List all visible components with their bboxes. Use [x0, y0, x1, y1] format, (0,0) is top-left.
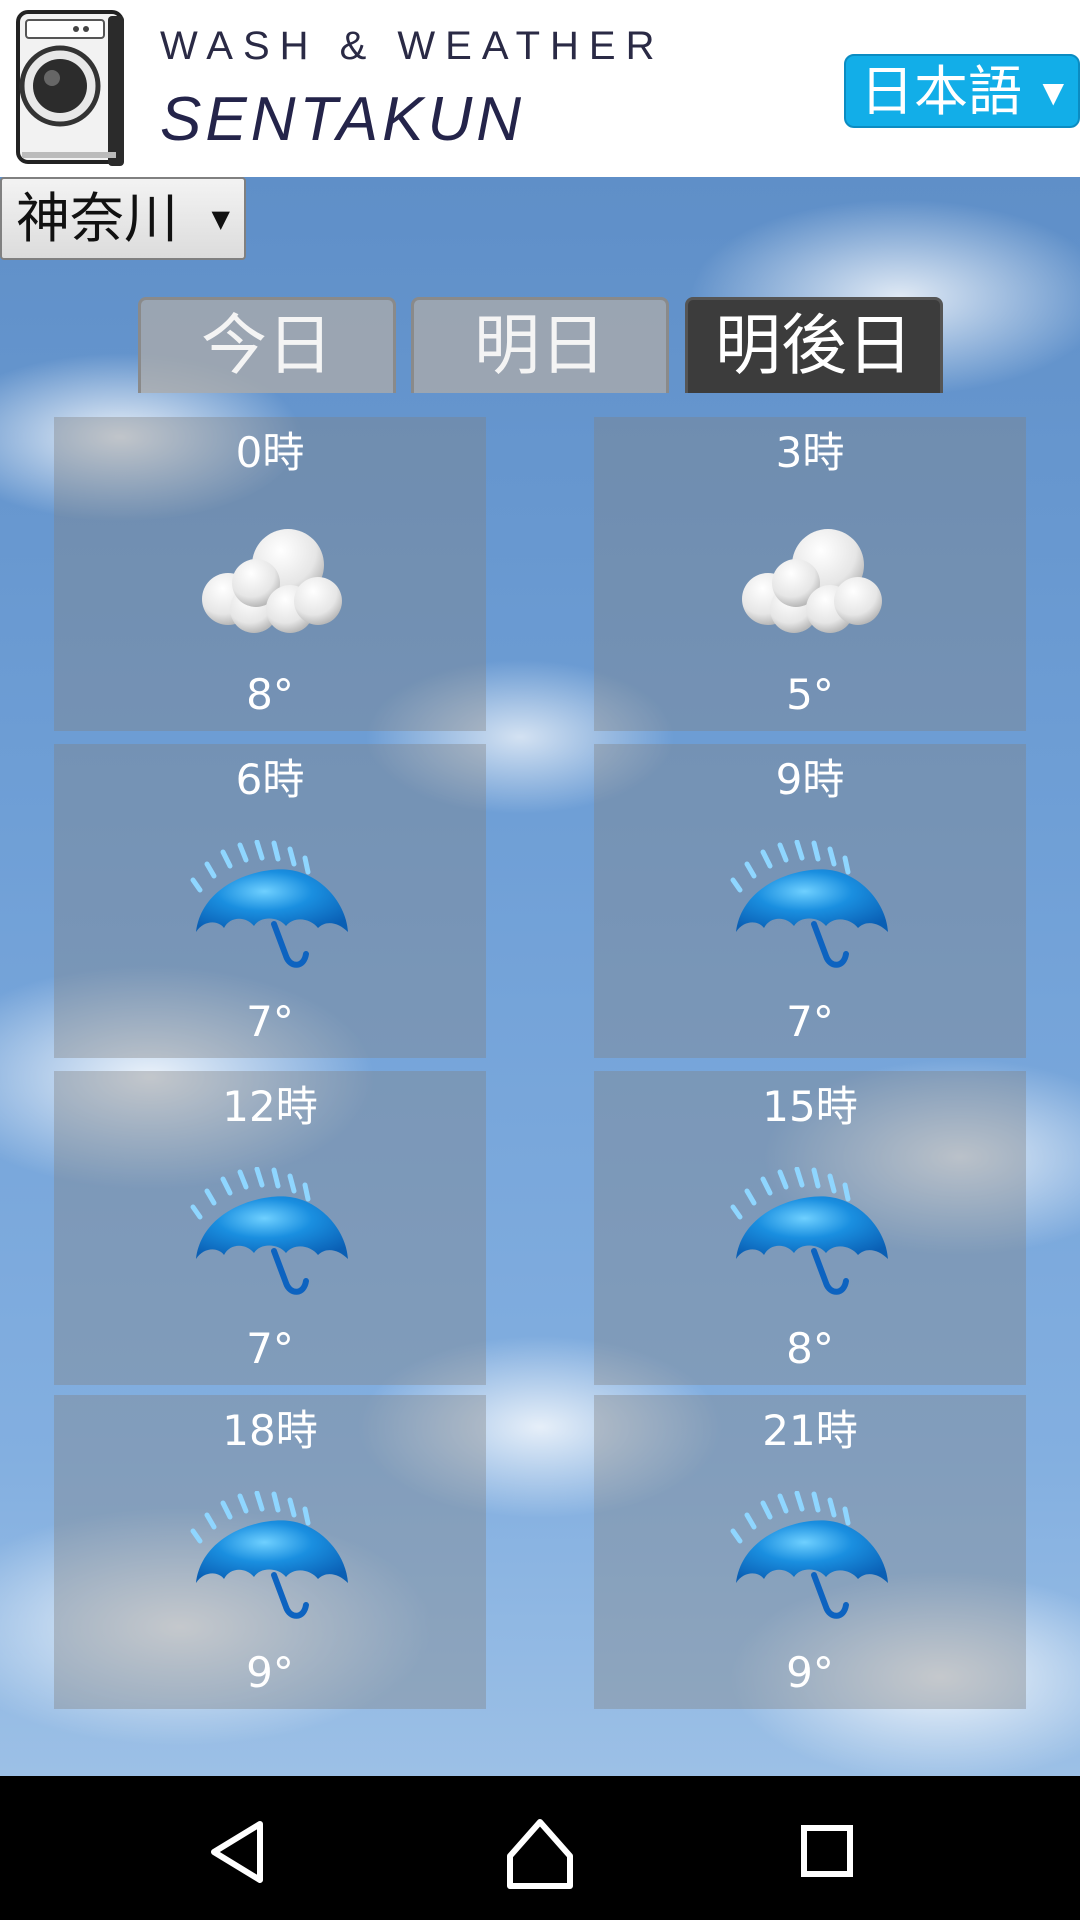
recent-apps-icon[interactable]: [788, 1812, 868, 1892]
forecast-time: 21時: [762, 1406, 858, 1455]
forecast-temp: 7°: [786, 997, 834, 1046]
cloud-icon: [730, 513, 890, 643]
forecast-temp: 5°: [786, 670, 834, 719]
tab-today[interactable]: 今日: [138, 297, 396, 393]
forecast-cell: 3時 5°: [594, 417, 1026, 731]
tab-day-after-tomorrow[interactable]: 明後日: [685, 297, 943, 393]
umbrella-rain-icon: [190, 1167, 350, 1297]
home-icon[interactable]: [500, 1812, 580, 1892]
forecast-cell: 18時 9°: [54, 1395, 486, 1709]
forecast-cell: 0時 8°: [54, 417, 486, 731]
forecast-temp: 8°: [246, 670, 294, 719]
forecast-temp: 7°: [246, 997, 294, 1046]
forecast-temp: 9°: [786, 1648, 834, 1697]
forecast-cell: 21時 9°: [594, 1395, 1026, 1709]
prefecture-select-value: 神奈川: [16, 187, 178, 250]
forecast-time: 18時: [222, 1406, 318, 1455]
forecast-time: 0時: [235, 428, 305, 477]
forecast-area: 神奈川 ▼ 今日 明日 明後日 0時 8° 3時 5° 6時 7° 9時 7° …: [0, 177, 1080, 1776]
language-select-value: 日本語: [860, 60, 1022, 123]
umbrella-rain-icon: [190, 840, 350, 970]
forecast-time: 12時: [222, 1082, 318, 1131]
forecast-time: 9時: [775, 755, 845, 804]
cloud-icon: [190, 513, 350, 643]
forecast-cell: 15時 8°: [594, 1071, 1026, 1385]
umbrella-rain-icon: [190, 1491, 350, 1621]
caret-down-icon: ▼: [211, 205, 230, 233]
language-select[interactable]: 日本語 ▼: [844, 54, 1080, 128]
back-icon[interactable]: [200, 1812, 280, 1892]
prefecture-select[interactable]: 神奈川 ▼: [0, 177, 246, 260]
forecast-temp: 9°: [246, 1648, 294, 1697]
forecast-time: 15時: [762, 1082, 858, 1131]
umbrella-rain-icon: [730, 1167, 890, 1297]
umbrella-rain-icon: [730, 1491, 890, 1621]
system-nav-bar: [0, 1776, 1080, 1920]
tab-tomorrow[interactable]: 明日: [411, 297, 669, 393]
forecast-cell: 9時 7°: [594, 744, 1026, 1058]
forecast-temp: 8°: [786, 1324, 834, 1373]
brand-tagline: WASH & WEATHER: [160, 24, 665, 68]
app-screen: WASH & WEATHER SENTAKUN 日本語 ▼ 神奈川 ▼ 今日 明…: [0, 0, 1080, 1920]
forecast-cell: 12時 7°: [54, 1071, 486, 1385]
umbrella-rain-icon: [730, 840, 890, 970]
forecast-time: 6時: [235, 755, 305, 804]
forecast-cell: 6時 7°: [54, 744, 486, 1058]
app-header: WASH & WEATHER SENTAKUN 日本語 ▼: [0, 0, 1080, 177]
forecast-temp: 7°: [246, 1324, 294, 1373]
forecast-time: 3時: [775, 428, 845, 477]
caret-down-icon: ▼: [1042, 76, 1064, 109]
brand-name: SENTAKUN: [160, 85, 526, 154]
washing-machine-logo: [16, 10, 124, 166]
